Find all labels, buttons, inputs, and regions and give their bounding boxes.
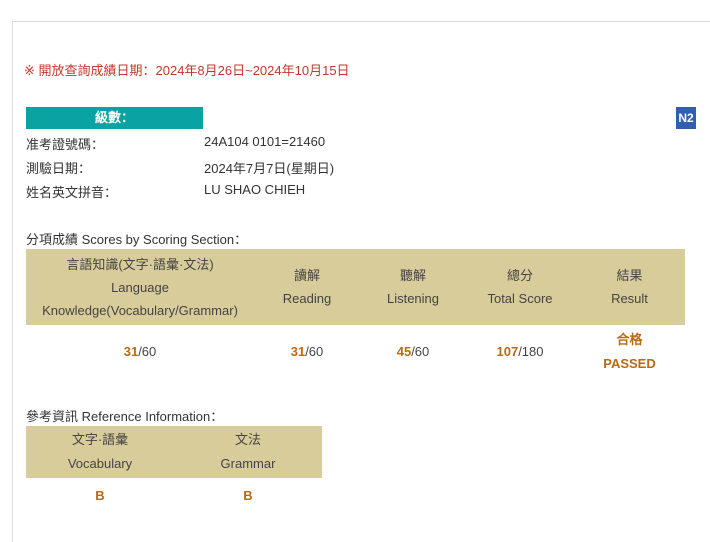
query-period-notice: ※ 開放查詢成績日期：2024年8月26日~2024年10月15日: [24, 63, 350, 78]
score-result: 合格 PASSED: [574, 325, 685, 379]
name-label: 姓名英文拼音：: [26, 185, 118, 200]
exam-number-value: 24A104 0101=21460: [204, 134, 326, 149]
grade-grammar: B: [243, 487, 253, 503]
header-listening: 聽解 Listening: [360, 249, 466, 325]
scores-section-title: 分項成績 Scores by Scoring Section：: [26, 232, 248, 247]
header-reading: 讀解 Reading: [254, 249, 360, 325]
header-result: 結果 Result: [574, 249, 685, 325]
result-en: PASSED: [603, 356, 656, 371]
result-zh: 合格: [616, 332, 643, 347]
header-vocabulary: 文字·語彙 Vocabulary: [26, 426, 174, 478]
reference-table: 文字·語彙 Vocabulary 文法 Grammar B B: [26, 426, 322, 512]
scores-value-row: 31/60 31/60 45/60 107/180 合格 PASSED: [26, 325, 685, 379]
name-value: LU SHAO CHIEH: [204, 182, 306, 197]
score-knowledge: 31/60: [123, 344, 157, 359]
level-label-bar: 級數：: [26, 107, 203, 129]
scores-table: 言語知識(文字·語彙·文法) Language Knowledge(Vocabu…: [26, 249, 685, 379]
header-grammar: 文法 Grammar: [174, 426, 322, 478]
test-date-value: 2024年7月7日(星期日): [204, 161, 335, 176]
level-badge: N2: [676, 107, 696, 129]
reference-section-title: 參考資訊 Reference Information：: [26, 409, 224, 424]
test-date-label: 測驗日期：: [26, 161, 92, 176]
scores-header-row: 言語知識(文字·語彙·文法) Language Knowledge(Vocabu…: [26, 249, 685, 325]
exam-number-label: 准考證號碼：: [26, 137, 105, 152]
header-knowledge: 言語知識(文字·語彙·文法) Language Knowledge(Vocabu…: [26, 249, 254, 325]
grade-vocabulary: B: [95, 487, 105, 503]
score-reading: 31/60: [290, 344, 324, 359]
reference-header-row: 文字·語彙 Vocabulary 文法 Grammar: [26, 426, 322, 478]
reference-value-row: B B: [26, 478, 322, 512]
score-total: 107/180: [496, 344, 544, 359]
header-total: 總分 Total Score: [466, 249, 574, 325]
score-listening: 45/60: [396, 344, 430, 359]
